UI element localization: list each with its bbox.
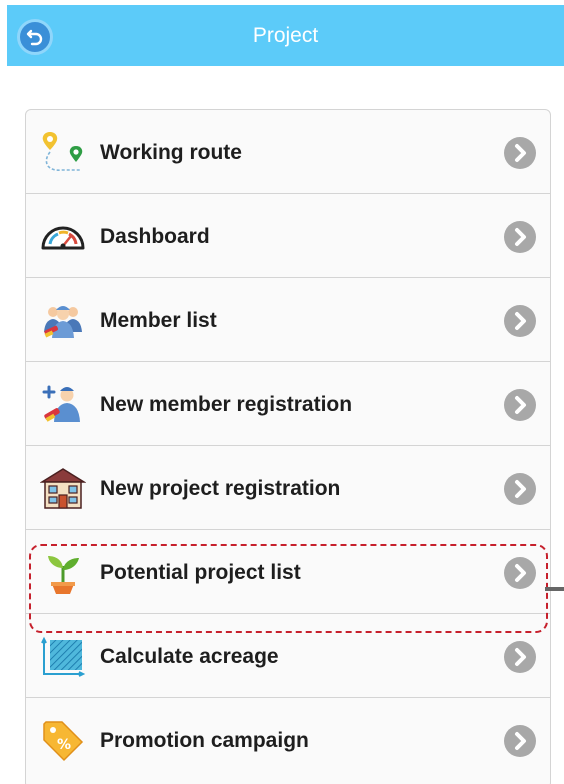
team-members-icon: [44, 306, 82, 338]
menu-item-label: Promotion campaign: [100, 729, 309, 752]
back-arrow-icon: [26, 29, 43, 46]
page-title: Project: [252, 24, 319, 47]
menu-item-label: Calculate acreage: [100, 645, 279, 668]
project-menu: Working route Dashboard Member list New …: [25, 109, 551, 784]
menu-item-working-route[interactable]: Working route: [26, 110, 550, 194]
chevron-right-icon: [504, 305, 536, 337]
menu-item-promotion-campaign[interactable]: % Promotion campaign: [26, 698, 550, 784]
house-icon: [40, 468, 86, 509]
menu-item-label: Working route: [100, 141, 242, 164]
menu-item-new-project-registration[interactable]: New project registration: [26, 446, 550, 530]
chevron-right-icon: [504, 725, 536, 757]
chevron-right-icon: [504, 389, 536, 421]
menu-item-label: New member registration: [100, 393, 353, 416]
area-measure-icon: [41, 636, 86, 677]
app-screen: Project Working route Dashboard Member l…: [0, 0, 564, 784]
menu-item-calculate-acreage[interactable]: Calculate acreage: [26, 614, 550, 698]
menu-item-new-member-registration[interactable]: New member registration: [26, 362, 550, 446]
chevron-right-icon: [504, 473, 536, 505]
discount-tag-icon: %: [43, 721, 84, 762]
menu-item-label: Member list: [100, 309, 217, 332]
chevron-right-icon: [504, 557, 536, 589]
top-bar: Project: [7, 5, 564, 66]
back-button[interactable]: [17, 19, 53, 55]
menu-item-label: Potential project list: [100, 561, 301, 584]
menu-item-label: Dashboard: [100, 225, 210, 248]
add-member-icon: [42, 385, 80, 422]
menu-item-potential-project-list[interactable]: Potential project list: [26, 530, 550, 614]
svg-text:%: %: [57, 737, 71, 753]
menu-item-member-list[interactable]: Member list: [26, 278, 550, 362]
chevron-right-icon: [504, 137, 536, 169]
callout-pointer: [545, 587, 564, 591]
chevron-right-icon: [504, 221, 536, 253]
menu-item-label: New project registration: [100, 477, 341, 500]
menu-item-dashboard[interactable]: Dashboard: [26, 194, 550, 278]
chevron-right-icon: [504, 641, 536, 673]
sprout-icon: [48, 556, 79, 594]
gauge-icon: [41, 226, 85, 250]
map-pin-route-icon: [42, 132, 83, 171]
